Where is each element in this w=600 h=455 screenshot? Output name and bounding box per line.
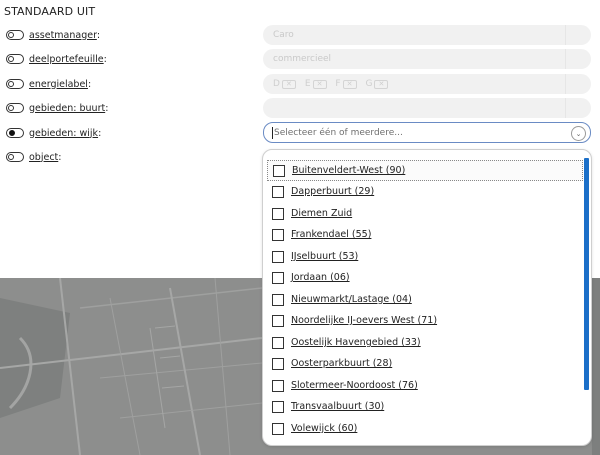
toggle-assetmanager[interactable]: [6, 30, 24, 40]
filter-label-deelportefeuille[interactable]: deelportefeuille:: [29, 54, 107, 65]
option-item[interactable]: Jordaan (06): [267, 267, 583, 288]
toggle-wijk[interactable]: [6, 128, 24, 138]
filter-label-assetmanager[interactable]: assetmanager:: [29, 30, 100, 41]
toggle-knob: [9, 130, 15, 136]
option-checkbox[interactable]: [272, 250, 284, 263]
option-item[interactable]: Volewijck (60): [267, 418, 583, 439]
option-checkbox[interactable]: [272, 400, 284, 413]
option-checkbox[interactable]: [272, 422, 284, 435]
toggle-knob: [8, 105, 14, 111]
option-item[interactable]: Slotermeer-Noordoost (76): [267, 375, 583, 396]
option-label[interactable]: Nieuwmarkt/Lastage (04): [291, 294, 412, 305]
chip-f[interactable]: F ✕: [335, 74, 357, 94]
field-cap: [565, 98, 591, 118]
toggle-deelportefeuille[interactable]: [6, 54, 24, 64]
option-checkbox[interactable]: [272, 293, 284, 306]
option-item[interactable]: Transvaalbuurt (30): [267, 396, 583, 417]
option-label[interactable]: Volewijck (60): [291, 423, 357, 434]
option-checkbox[interactable]: [272, 228, 284, 241]
toggle-knob: [8, 56, 14, 62]
wijk-placeholder: Selecteer één of meerdere...: [274, 128, 403, 138]
option-label[interactable]: IJselbuurt (53): [291, 251, 358, 262]
filter-row-energielabel[interactable]: energielabel:: [6, 76, 91, 92]
assetmanager-field[interactable]: Caro: [263, 25, 591, 45]
option-item[interactable]: IJselbuurt (53): [267, 246, 583, 267]
toggle-object[interactable]: [6, 152, 24, 162]
option-label[interactable]: Jordaan (06): [291, 272, 350, 283]
deelportefeuille-value: commercieel: [273, 54, 332, 64]
option-checkbox[interactable]: [272, 357, 284, 370]
filter-row-buurt[interactable]: gebieden: buurt:: [6, 100, 108, 116]
option-item[interactable]: Noordelijke IJ-oevers West (71): [267, 310, 583, 331]
field-cap: [565, 49, 591, 69]
text-caret: [272, 127, 273, 139]
field-cap: [565, 25, 591, 45]
option-label[interactable]: Transvaalbuurt (30): [291, 401, 384, 412]
chevron-down-icon[interactable]: ⌄: [571, 126, 586, 141]
option-label[interactable]: Diemen Zuid: [291, 208, 352, 219]
option-item[interactable]: Nieuwmarkt/Lastage (04): [267, 289, 583, 310]
option-item[interactable]: Diemen Zuid: [267, 203, 583, 224]
filter-row-wijk[interactable]: gebieden: wijk:: [6, 125, 101, 141]
field-cap: [565, 74, 591, 94]
wijk-options-dropdown[interactable]: Buitenveldert-West (90) Dapperbuurt (29)…: [262, 149, 592, 446]
option-label[interactable]: Dapperbuurt (29): [291, 186, 374, 197]
filter-label-buurt[interactable]: gebieden: buurt:: [29, 103, 108, 114]
option-item[interactable]: Frankendael (55): [267, 224, 583, 245]
buurt-field[interactable]: [263, 98, 591, 118]
filter-row-deelportefeuille[interactable]: deelportefeuille:: [6, 51, 107, 67]
option-label[interactable]: Oosterparkbuurt (28): [291, 358, 392, 369]
option-checkbox[interactable]: [272, 207, 284, 220]
filter-row-assetmanager[interactable]: assetmanager:: [6, 27, 100, 43]
option-checkbox[interactable]: [272, 314, 284, 327]
remove-chip-icon[interactable]: ✕: [374, 79, 389, 89]
filter-label-energielabel[interactable]: energielabel:: [29, 79, 91, 90]
option-item[interactable]: Oostelijk Havengebied (33): [267, 332, 583, 353]
remove-chip-icon[interactable]: ✕: [342, 79, 357, 89]
toggle-knob: [8, 81, 14, 87]
wijk-select-input[interactable]: Selecteer één of meerdere... ⌄: [263, 122, 591, 143]
option-label[interactable]: Buitenveldert-West (90): [292, 165, 405, 176]
filter-label-object[interactable]: object:: [29, 152, 61, 163]
toggle-energielabel[interactable]: [6, 79, 24, 89]
option-checkbox[interactable]: [273, 164, 285, 177]
chip-d[interactable]: D ✕: [273, 74, 296, 94]
option-checkbox[interactable]: [272, 271, 284, 284]
deelportefeuille-field[interactable]: commercieel: [263, 49, 591, 69]
energielabel-field[interactable]: D ✕ E ✕ F ✕ G ✕: [263, 74, 591, 94]
remove-chip-icon[interactable]: ✕: [281, 79, 296, 89]
assetmanager-value: Caro: [273, 30, 294, 40]
chip-g[interactable]: G ✕: [365, 74, 389, 94]
chip-e[interactable]: E ✕: [305, 74, 327, 94]
option-checkbox[interactable]: [272, 336, 284, 349]
section-title: STANDAARD UIT: [4, 5, 96, 18]
toggle-knob: [8, 154, 14, 160]
option-label[interactable]: Noordelijke IJ-oevers West (71): [291, 315, 437, 326]
remove-chip-icon[interactable]: ✕: [312, 79, 327, 89]
option-label[interactable]: Oostelijk Havengebied (33): [291, 337, 421, 348]
option-item[interactable]: Oosterparkbuurt (28): [267, 353, 583, 374]
option-item[interactable]: Dapperbuurt (29): [267, 181, 583, 202]
option-checkbox[interactable]: [272, 379, 284, 392]
filter-label-wijk[interactable]: gebieden: wijk:: [29, 128, 101, 139]
option-checkbox[interactable]: [272, 185, 284, 198]
toggle-buurt[interactable]: [6, 103, 24, 113]
option-label[interactable]: Slotermeer-Noordoost (76): [291, 380, 418, 391]
option-label[interactable]: Frankendael (55): [291, 229, 371, 240]
dropdown-scrollbar[interactable]: [584, 158, 589, 390]
filter-row-object[interactable]: object:: [6, 149, 61, 165]
toggle-knob: [8, 32, 14, 38]
option-item[interactable]: Buitenveldert-West (90): [267, 160, 583, 181]
